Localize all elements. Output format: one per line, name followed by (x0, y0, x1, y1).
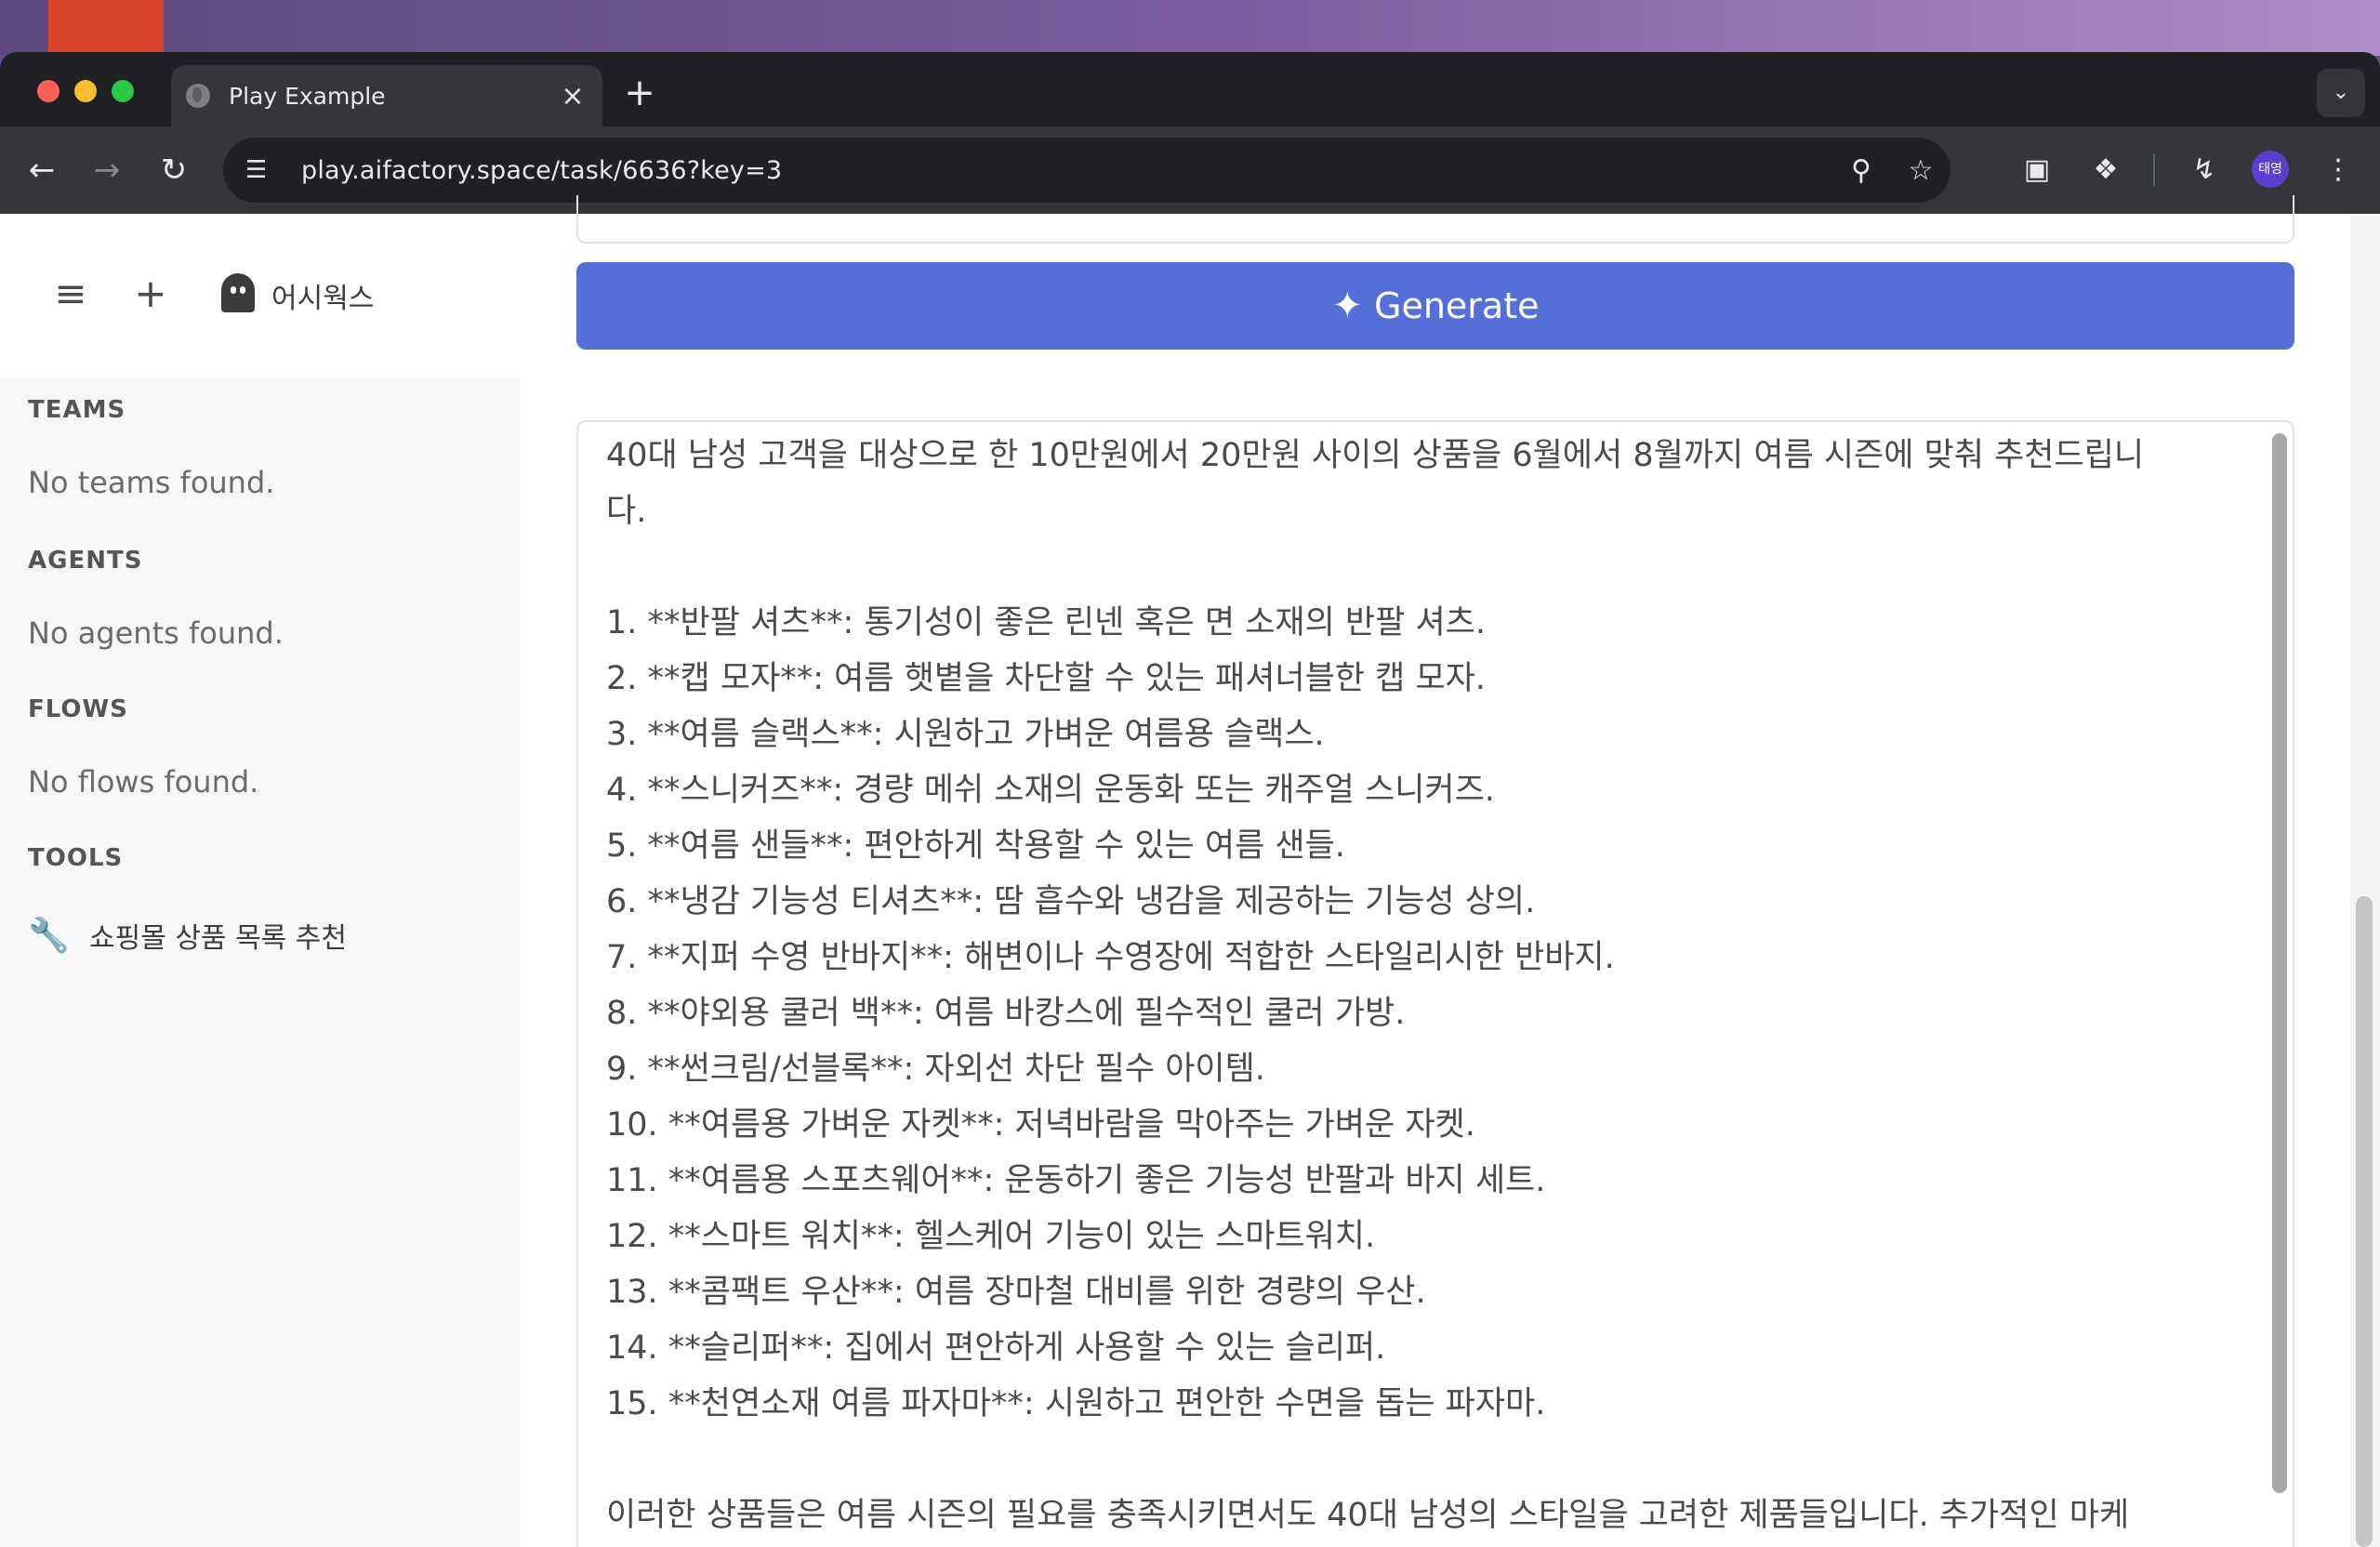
output-textarea[interactable]: 40대 남성 고객을 대상으로 한 10만원에서 20만원 사이의 상품을 6월… (576, 420, 2294, 1547)
kebab-menu-icon[interactable]: ⋮ (2315, 147, 2361, 193)
page-content: ≡ + 어시웍스 TEAMS No teams found. AGENTS No… (0, 195, 2380, 1547)
desktop-app-icon[interactable] (48, 0, 164, 52)
tab-close-icon[interactable]: × (558, 80, 588, 112)
section-title-teams: TEAMS (28, 396, 126, 424)
section-title-agents: AGENTS (28, 547, 143, 575)
minimize-window-button[interactable] (74, 80, 97, 102)
back-arrow-icon[interactable]: ← (19, 147, 65, 193)
zoom-icon[interactable]: ⚲ (1831, 154, 1891, 187)
workspace-name[interactable]: 어시웍스 (271, 275, 374, 316)
agents-empty-text: No agents found. (28, 615, 284, 651)
page-scrollbar-thumb[interactable] (2356, 896, 2373, 1547)
hamburger-menu-icon[interactable]: ≡ (45, 268, 97, 320)
bookmark-star-icon[interactable]: ☆ (1891, 154, 1950, 187)
tool-label: 쇼핑몰 상품 목록 추천 (89, 922, 348, 955)
globe-icon (186, 84, 210, 108)
performance-icon[interactable]: ↯ (2181, 147, 2228, 193)
address-bar[interactable]: ☰ play.aifactory.space/task/6636?key=3 ⚲… (223, 138, 1950, 203)
ghost-icon (221, 273, 255, 312)
reload-icon[interactable]: ↻ (151, 147, 197, 193)
generate-label: Generate (1374, 285, 1540, 326)
extensions-puzzle-icon[interactable]: ❖ (2082, 147, 2129, 193)
new-tab-button[interactable]: + (617, 73, 662, 117)
toolbar-divider (2153, 154, 2155, 186)
teams-empty-text: No teams found. (28, 465, 275, 500)
flows-empty-text: No flows found. (28, 764, 259, 800)
sidebar-item-tool[interactable]: 🔧 쇼핑몰 상품 목록 추천 (28, 915, 347, 956)
cast-icon[interactable]: ▣ (2014, 147, 2060, 193)
tab-strip: Play Example × + ⌄ (0, 52, 2380, 126)
tab-search-chevron-icon[interactable]: ⌄ (2317, 69, 2365, 117)
site-settings-icon[interactable]: ☰ (245, 156, 283, 184)
desktop-background (0, 0, 2380, 56)
url-text[interactable]: play.aifactory.space/task/6636?key=3 (301, 156, 1831, 185)
section-title-flows: FLOWS (28, 695, 128, 723)
sidebar: ≡ + 어시웍스 TEAMS No teams found. AGENTS No… (0, 214, 521, 1547)
section-title-tools: TOOLS (28, 844, 124, 872)
wrench-icon: 🔧 (28, 917, 70, 955)
main-panel: ✦ Generate 40대 남성 고객을 대상으로 한 10만원에서 20만원… (521, 195, 2324, 1547)
tab-title: Play Example (229, 82, 386, 110)
generate-button[interactable]: ✦ Generate (576, 262, 2294, 350)
tab-play-example[interactable]: Play Example × (171, 65, 602, 126)
input-box[interactable] (576, 195, 2294, 244)
forward-arrow-icon[interactable]: → (84, 147, 130, 193)
output-scrollbar[interactable] (2272, 433, 2287, 1493)
browser-window: Play Example × + ⌄ ← → ↻ ☰ play.aifactor… (0, 52, 2380, 1547)
magic-wand-icon: ✦ (1331, 284, 1364, 327)
close-window-button[interactable] (37, 80, 60, 102)
plus-icon[interactable]: + (125, 268, 177, 320)
sidebar-header: ≡ + 어시웍스 (0, 214, 521, 377)
maximize-window-button[interactable] (112, 80, 134, 102)
profile-avatar[interactable]: 태영 (2252, 151, 2289, 188)
output-text: 40대 남성 고객을 대상으로 한 10만원에서 20만원 사이의 상품을 6월… (606, 437, 2145, 1534)
